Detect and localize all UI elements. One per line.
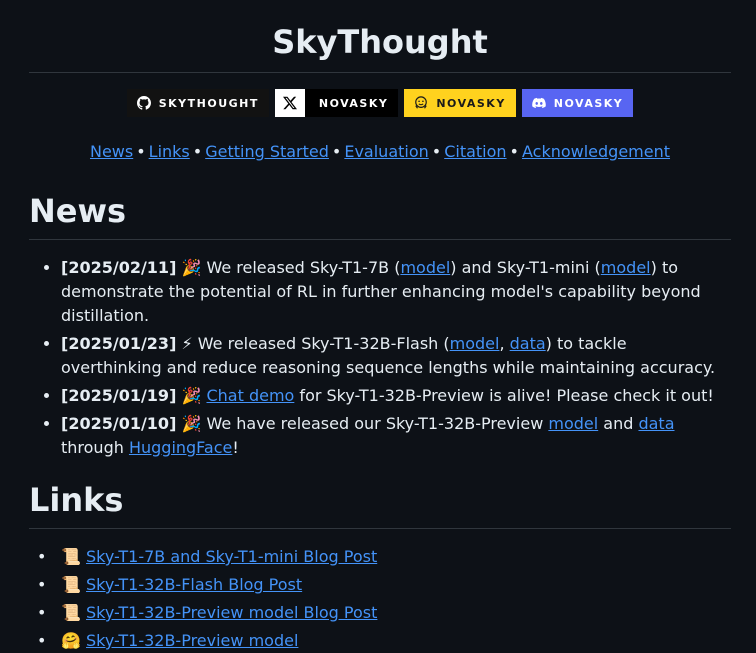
- huggingface-badge-label: NOVASKY: [436, 96, 506, 110]
- toc-link-acknowledgement[interactable]: Acknowledgement: [522, 142, 670, 161]
- toc-separator: •: [192, 142, 203, 161]
- model-link[interactable]: model: [400, 258, 450, 277]
- github-badge[interactable]: SKYTHOUGHT: [126, 89, 269, 117]
- model-link[interactable]: model: [601, 258, 651, 277]
- party-emoji: 🎉: [181, 386, 202, 405]
- toc-separator: •: [431, 142, 442, 161]
- data-link[interactable]: data: [638, 414, 674, 433]
- scroll-emoji: 📜: [61, 603, 81, 622]
- news-text: !: [232, 438, 239, 457]
- news-text: We have released our Sky-T1-32B-Preview: [201, 414, 549, 433]
- x-badge-label: NOVASKY: [318, 96, 389, 110]
- links-heading: Links: [29, 480, 731, 529]
- news-text: We released Sky-T1-32B-Flash (: [192, 334, 450, 353]
- link-item: 📜 Sky-T1-32B-Flash Blog Post: [61, 573, 731, 597]
- party-emoji: 🎉: [181, 414, 202, 433]
- scroll-emoji: 📜: [61, 575, 81, 594]
- news-date: [2025/01/10]: [61, 414, 177, 433]
- discord-badge-label: NOVASKY: [553, 96, 624, 110]
- toc-link-news[interactable]: News: [90, 142, 133, 161]
- link-item: 📜 Sky-T1-7B and Sky-T1-mini Blog Post: [61, 545, 731, 569]
- toc-separator: •: [136, 142, 146, 161]
- table-of-contents: News • Links • Getting Started • Evaluation • Ci…: [29, 141, 731, 163]
- github-badge-label: SKYTHOUGHT: [158, 96, 259, 110]
- huggingface-badge[interactable]: NOVASKY: [404, 89, 516, 117]
- toc-link-evaluation[interactable]: Evaluation: [344, 142, 428, 161]
- badge-row: SKYTHOUGHT NOVASKY NOVASKY NOVASKY: [29, 89, 731, 117]
- huggingface-link[interactable]: HuggingFace: [129, 438, 232, 457]
- news-item: [2025/01/23] ⚡ We released Sky-T1-32B-Fl…: [61, 332, 731, 380]
- discord-icon: [531, 97, 546, 108]
- toc-separator: •: [331, 142, 342, 161]
- toc-link-citation[interactable]: Citation: [444, 142, 506, 161]
- toc-link-getting-started[interactable]: Getting Started: [205, 142, 329, 161]
- link-item: 🤗 Sky-T1-32B-Preview model: [61, 629, 731, 653]
- news-text: We released Sky-T1-7B (: [201, 258, 401, 277]
- huggingface-icon: [415, 96, 428, 109]
- news-text: ) and Sky-T1-mini (: [450, 258, 601, 277]
- chat-demo-link[interactable]: Chat demo: [206, 386, 294, 405]
- readme-content: SkyThought SKYTHOUGHT NOVASKY NOVASKY NO…: [0, 0, 756, 653]
- page-title: SkyThought: [29, 0, 731, 73]
- news-text: for Sky-T1-32B-Preview is alive! Please …: [294, 386, 714, 405]
- news-text: ,: [499, 334, 510, 353]
- x-badge[interactable]: NOVASKY: [274, 89, 399, 117]
- news-date: [2025/01/19]: [61, 386, 177, 405]
- toc-separator: •: [509, 142, 519, 161]
- news-item: [2025/02/11] 🎉 We released Sky-T1-7B (mo…: [61, 256, 731, 328]
- news-heading: News: [29, 191, 731, 240]
- lightning-emoji: ⚡: [181, 334, 193, 353]
- party-emoji: 🎉: [181, 258, 202, 277]
- news-date: [2025/02/11]: [61, 258, 177, 277]
- link-item: 📜 Sky-T1-32B-Preview model Blog Post: [61, 601, 731, 625]
- scroll-emoji: 📜: [61, 547, 81, 566]
- blog-post-link[interactable]: Sky-T1-32B-Flash Blog Post: [86, 575, 302, 594]
- toc-link-links[interactable]: Links: [149, 142, 190, 161]
- model-link[interactable]: Sky-T1-32B-Preview model: [86, 631, 298, 650]
- model-link[interactable]: model: [548, 414, 598, 433]
- news-text: and: [598, 414, 639, 433]
- news-item: [2025/01/19] 🎉 Chat demo for Sky-T1-32B-…: [61, 384, 731, 408]
- blog-post-link[interactable]: Sky-T1-32B-Preview model Blog Post: [86, 603, 377, 622]
- data-link[interactable]: data: [510, 334, 546, 353]
- news-date: [2025/01/23]: [61, 334, 177, 353]
- blog-post-link[interactable]: Sky-T1-7B and Sky-T1-mini Blog Post: [86, 547, 377, 566]
- x-icon: [274, 89, 305, 117]
- model-link[interactable]: model: [450, 334, 500, 353]
- news-list: [2025/02/11] 🎉 We released Sky-T1-7B (mo…: [29, 256, 731, 460]
- news-text: through: [61, 438, 129, 457]
- links-list: 📜 Sky-T1-7B and Sky-T1-mini Blog Post 📜 …: [29, 545, 731, 653]
- hugging-face-emoji: 🤗: [61, 631, 81, 650]
- news-item: [2025/01/10] 🎉 We have released our Sky-…: [61, 412, 731, 460]
- discord-badge[interactable]: NOVASKY: [521, 89, 634, 117]
- github-icon: [136, 96, 151, 110]
